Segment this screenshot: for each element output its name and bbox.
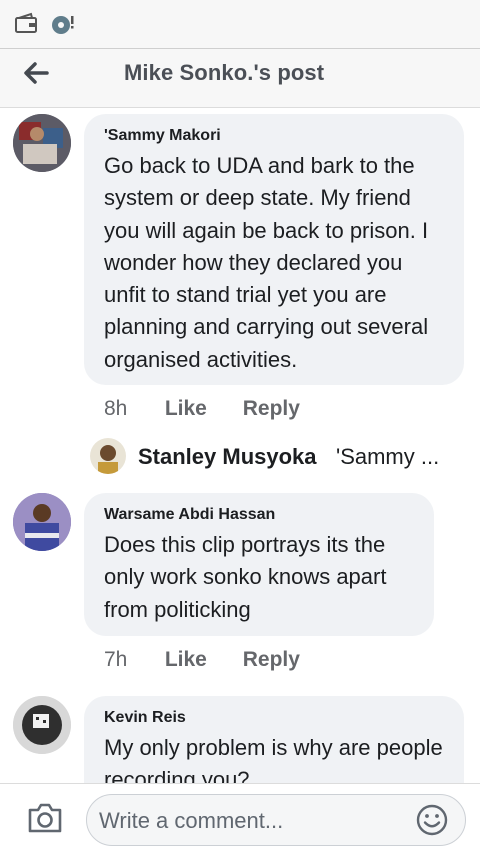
- comment-author[interactable]: Kevin Reis: [104, 708, 444, 728]
- comment-input-box[interactable]: [86, 794, 466, 846]
- back-arrow-icon[interactable]: [20, 57, 52, 89]
- page-title: Mike Sonko.'s post: [124, 60, 325, 85]
- wallet-icon: [15, 12, 37, 33]
- reply-button[interactable]: Reply: [243, 648, 300, 672]
- comment-actions: 8h Like Reply: [104, 397, 330, 421]
- avatar[interactable]: [13, 696, 71, 754]
- avatar[interactable]: [13, 493, 71, 551]
- post-header: Mike Sonko.'s post: [0, 48, 480, 108]
- camera-icon[interactable]: [26, 800, 64, 836]
- avatar[interactable]: [13, 114, 71, 172]
- avatar-photo: [13, 696, 71, 754]
- comment-composer: [0, 783, 480, 854]
- comment-text: Does this clip portrays its the only wor…: [104, 532, 387, 622]
- avatar-photo: [13, 114, 71, 172]
- comment-bubble[interactable]: Warsame Abdi Hassan Does this clip portr…: [84, 493, 434, 636]
- status-bar: [0, 0, 480, 48]
- comment-bubble[interactable]: 'Sammy Makori Go back to UDA and bark to…: [84, 114, 464, 385]
- avatar: [90, 438, 126, 474]
- like-button[interactable]: Like: [165, 397, 207, 421]
- comment-author[interactable]: 'Sammy Makori: [104, 126, 444, 146]
- comment-time: 8h: [104, 397, 128, 420]
- reply-author[interactable]: Stanley Musyoka: [138, 444, 317, 470]
- reply-button[interactable]: Reply: [243, 397, 300, 421]
- smiley-icon[interactable]: [415, 803, 449, 837]
- comment-author[interactable]: Warsame Abdi Hassan: [104, 505, 414, 525]
- avatar-photo: [90, 438, 126, 474]
- reply-preview[interactable]: Stanley Musyoka 'Sammy ...: [90, 438, 460, 476]
- comment-time: 7h: [104, 648, 128, 671]
- music-disc-icon: [52, 16, 74, 34]
- reply-snippet: 'Sammy ...: [336, 444, 440, 469]
- comment-text: Go back to UDA and bark to the system or…: [104, 153, 429, 372]
- avatar-photo: [13, 493, 71, 551]
- like-button[interactable]: Like: [165, 648, 207, 672]
- comment-input[interactable]: [97, 803, 401, 839]
- comment-actions: 7h Like Reply: [104, 648, 330, 672]
